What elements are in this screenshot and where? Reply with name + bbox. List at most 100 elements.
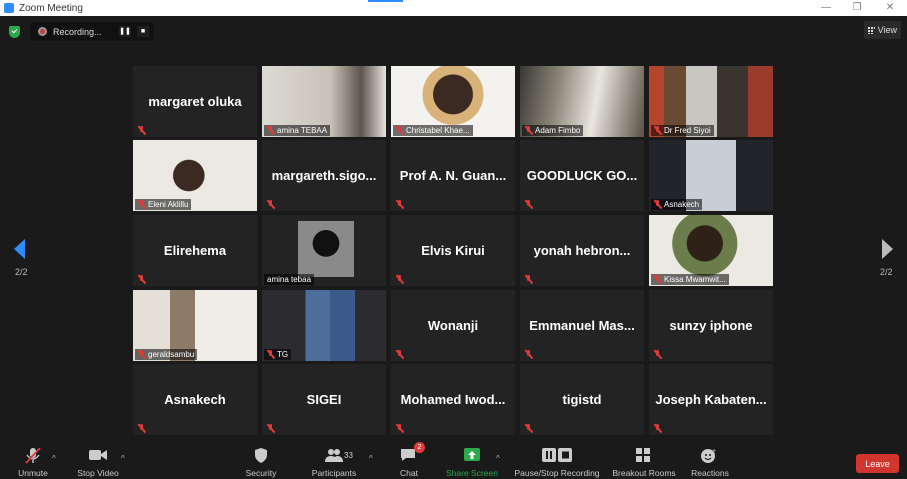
unmute-button[interactable]: Unmute	[14, 439, 52, 479]
participant-name: SIGEI	[306, 392, 342, 407]
participant-tile[interactable]: Eleni Aklillu	[133, 140, 257, 211]
encryption-shield-icon[interactable]	[9, 26, 20, 38]
close-button[interactable]: ✕	[875, 0, 905, 16]
participant-name-label: Adam Fimbo	[522, 125, 584, 136]
participant-tile[interactable]: tigistd	[520, 364, 644, 435]
participant-tile[interactable]: Elirehema	[133, 215, 257, 286]
muted-mic-icon	[395, 424, 404, 433]
participant-tile[interactable]: Wonanji	[391, 290, 515, 361]
participant-name: Emmanuel Mas...	[529, 318, 635, 333]
breakout-rooms-label: Breakout Rooms	[612, 468, 676, 478]
participant-name-label: Christabel Khae...	[393, 125, 473, 136]
muted-mic-icon	[653, 424, 662, 433]
participant-tile[interactable]: SIGEI	[262, 364, 386, 435]
pause-recording-button[interactable]: ❚❚	[119, 26, 131, 37]
participant-tile[interactable]: Christabel Khae...	[391, 66, 515, 137]
previous-page-arrow-icon[interactable]	[14, 239, 25, 259]
muted-mic-icon	[395, 275, 404, 284]
participant-tile[interactable]: margareth.sigo...	[262, 140, 386, 211]
participants-options-caret[interactable]: ^	[369, 454, 373, 463]
video-options-caret[interactable]: ^	[121, 454, 125, 463]
participant-name: margareth.sigo...	[271, 168, 377, 183]
participant-name-label: geraldsambu	[135, 349, 198, 360]
chat-bubble-icon: 2	[400, 442, 425, 462]
participant-tile[interactable]: TG	[262, 290, 386, 361]
participant-tile[interactable]: Joseph Kabaten...	[649, 364, 773, 435]
share-options-caret[interactable]: ^	[496, 454, 500, 463]
restore-button[interactable]: ❐	[842, 0, 872, 16]
security-shield-icon	[252, 448, 270, 463]
share-screen-icon	[463, 448, 481, 462]
participant-tile[interactable]: Adam Fimbo	[520, 66, 644, 137]
participant-tile[interactable]: margaret oluka	[133, 66, 257, 137]
pause-stop-recording-button[interactable]: Pause/Stop Recording	[510, 439, 604, 479]
muted-mic-icon	[395, 200, 404, 209]
pause-stop-icon	[541, 448, 573, 462]
participant-tile[interactable]: yonah hebron...	[520, 215, 644, 286]
participant-tile[interactable]: geraldsambu	[133, 290, 257, 361]
participant-name: Kissa Mwamwit...	[664, 275, 726, 284]
muted-mic-icon	[266, 350, 275, 359]
participant-name-label: amina TEBAA	[264, 125, 331, 136]
page-indicator-left: 2/2	[15, 267, 28, 277]
leave-button[interactable]: Leave	[856, 454, 899, 473]
muted-mic-icon	[524, 200, 533, 209]
reactions-button[interactable]: + Reactions	[688, 439, 732, 479]
pause-stop-recording-label: Pause/Stop Recording	[514, 468, 600, 478]
participant-tile[interactable]: Prof A. N. Guan...	[391, 140, 515, 211]
participant-tile[interactable]: GOODLUCK GO...	[520, 140, 644, 211]
view-button[interactable]: View	[863, 21, 901, 39]
participant-tile[interactable]: Asnakech	[649, 140, 773, 211]
participant-name: TG	[277, 350, 289, 359]
audio-options-caret[interactable]: ^	[52, 454, 56, 463]
participants-count: 33	[344, 451, 353, 460]
participant-name-label: Kissa Mwamwit...	[651, 274, 729, 285]
title-bar: Zoom Meeting — ❐ ✕	[0, 0, 907, 16]
muted-mic-icon	[653, 350, 662, 359]
stop-recording-button[interactable]: ■	[137, 26, 149, 37]
window-title: Zoom Meeting	[19, 2, 83, 14]
participant-name: Mohamed Iwod...	[400, 392, 506, 407]
muted-mic-icon	[395, 126, 404, 135]
participant-tile[interactable]: Dr Fred Siyoi	[649, 66, 773, 137]
chat-label: Chat	[400, 468, 418, 478]
stop-video-label: Stop Video	[77, 468, 119, 478]
breakout-rooms-button[interactable]: Breakout Rooms	[609, 439, 679, 479]
participant-tile[interactable]: sunzy iphone	[649, 290, 773, 361]
participant-tile[interactable]: Elvis Kirui	[391, 215, 515, 286]
next-page-arrow-icon[interactable]	[882, 239, 893, 259]
share-screen-button[interactable]: Share Screen	[444, 439, 500, 479]
participant-name: amina tebaa	[267, 275, 312, 284]
muted-mic-icon	[653, 275, 662, 284]
participant-avatar	[298, 221, 354, 277]
chat-button[interactable]: 2 Chat	[396, 439, 425, 479]
participant-name: amina TEBAA	[277, 126, 328, 135]
recording-label: Recording...	[53, 26, 102, 37]
participant-tile[interactable]: Emmanuel Mas...	[520, 290, 644, 361]
muted-mic-icon	[137, 275, 146, 284]
focus-indicator	[368, 0, 403, 2]
participant-name: Prof A. N. Guan...	[399, 168, 507, 183]
participant-name-label: TG	[264, 349, 292, 360]
participant-tile[interactable]: amina TEBAA	[262, 66, 386, 137]
muted-mic-icon	[137, 126, 146, 135]
minimize-button[interactable]: —	[811, 0, 841, 16]
participant-name: Asnakech	[164, 392, 226, 407]
participant-name: Wonanji	[427, 318, 479, 333]
participant-tile[interactable]: Mohamed Iwod...	[391, 364, 515, 435]
security-button[interactable]: Security	[242, 439, 280, 479]
stop-video-button[interactable]: Stop Video	[74, 439, 122, 479]
muted-mic-icon	[24, 447, 42, 464]
security-label: Security	[245, 468, 277, 478]
video-camera-icon	[89, 448, 107, 462]
muted-mic-icon	[266, 424, 275, 433]
participant-tile[interactable]: Asnakech	[133, 364, 257, 435]
participant-name: sunzy iphone	[669, 318, 753, 333]
participant-name: Joseph Kabaten...	[655, 392, 767, 407]
meeting-top-bar: Recording... ❚❚ ■ View	[0, 16, 907, 46]
participant-tile[interactable]: Kissa Mwamwit...	[649, 215, 773, 286]
participant-name-label: Eleni Aklillu	[135, 199, 192, 210]
participant-tile[interactable]: amina tebaa	[262, 215, 386, 286]
participant-name: yonah hebron...	[533, 243, 631, 258]
view-label: View	[877, 25, 897, 35]
